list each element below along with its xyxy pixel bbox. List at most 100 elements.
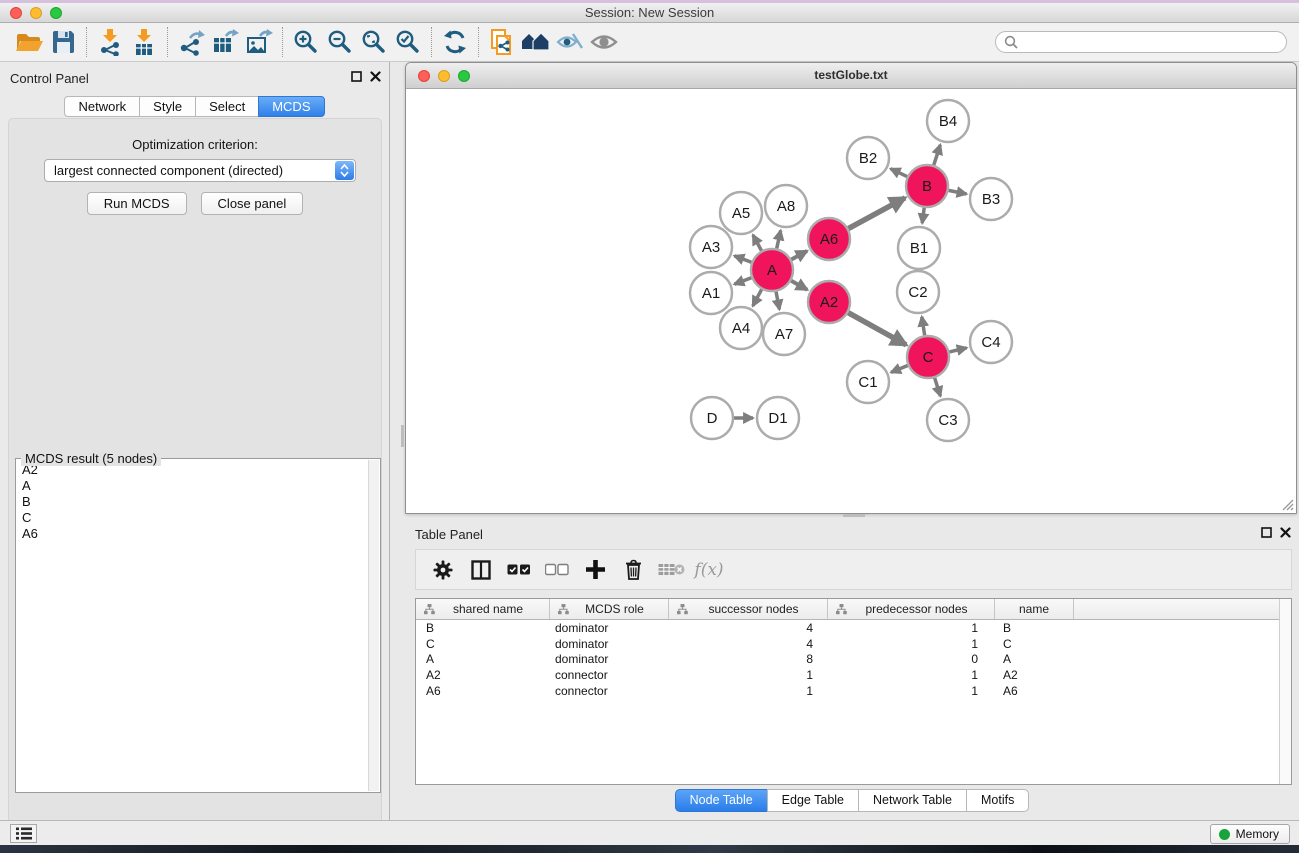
cell-name[interactable]: B (995, 621, 1074, 635)
graph-edge-B-B1[interactable] (922, 208, 924, 223)
graph-edge-C-C2[interactable] (922, 317, 925, 336)
criterion-dropdown[interactable]: largest connected component (directed) (44, 159, 356, 182)
column-header-shared-name[interactable]: shared name (416, 599, 550, 619)
export-network-icon[interactable] (174, 27, 208, 57)
cell-successor-nodes[interactable]: 1 (669, 668, 828, 682)
graph-node-A4[interactable]: A4 (720, 307, 762, 349)
minimize-window-button[interactable] (30, 7, 42, 19)
zoom-in-icon[interactable] (289, 27, 323, 57)
graph-node-D1[interactable]: D1 (757, 397, 799, 439)
graph-edge-A-A7[interactable] (776, 292, 779, 310)
delete-table-icon[interactable] (652, 555, 690, 585)
graph-node-A7[interactable]: A7 (763, 313, 805, 355)
control-tab-select[interactable]: Select (195, 96, 259, 117)
table-tab-edge-table[interactable]: Edge Table (767, 789, 859, 812)
cell-successor-nodes[interactable]: 4 (669, 621, 828, 635)
graph-edge-C-C4[interactable] (949, 348, 966, 352)
cell-successor-nodes[interactable]: 1 (669, 684, 828, 698)
cell-shared-name[interactable]: A (416, 652, 550, 666)
graph-node-B2[interactable]: B2 (847, 137, 889, 179)
column-header-successor-nodes[interactable]: successor nodes (669, 599, 828, 619)
table-scrollbar[interactable] (1279, 599, 1291, 784)
graph-node-C1[interactable]: C1 (847, 361, 889, 403)
cell-shared-name[interactable]: C (416, 637, 550, 651)
graph-edge-B-B2[interactable] (891, 169, 908, 177)
graph-edge-A-A3[interactable] (734, 256, 751, 262)
zoom-network-button[interactable] (458, 70, 470, 82)
control-tab-style[interactable]: Style (139, 96, 196, 117)
birds-eye-view-icon[interactable] (587, 27, 621, 57)
table-row-B[interactable]: Bdominator41B (416, 620, 1291, 636)
graph-node-A[interactable]: A (751, 249, 793, 291)
graph-node-A1[interactable]: A1 (690, 272, 732, 314)
graph-edge-A-A8[interactable] (777, 230, 781, 248)
graph-node-A2[interactable]: A2 (808, 281, 850, 323)
table-row-A[interactable]: Adominator80A (416, 652, 1291, 668)
table-tab-network-table[interactable]: Network Table (858, 789, 967, 812)
table-settings-icon[interactable] (424, 555, 462, 585)
graph-edge-C-C1[interactable] (891, 365, 908, 372)
mcds-result-item[interactable]: C (22, 510, 367, 526)
table-tab-node-table[interactable]: Node Table (675, 789, 768, 812)
network-scrollbar-stub[interactable] (843, 514, 865, 517)
graph-edge-A2-C[interactable] (848, 313, 906, 345)
close-panel-icon[interactable] (370, 71, 381, 82)
cell-shared-name[interactable]: B (416, 621, 550, 635)
graph-edge-B-B4[interactable] (934, 145, 941, 165)
cell-successor-nodes[interactable]: 8 (669, 652, 828, 666)
mcds-result-item[interactable]: A (22, 478, 367, 494)
graph-edge-B-B3[interactable] (949, 190, 967, 194)
home-icon[interactable] (519, 27, 553, 57)
graph-node-A3[interactable]: A3 (690, 226, 732, 268)
network-window-titlebar[interactable]: testGlobe.txt (406, 63, 1296, 89)
zoom-selected-icon[interactable] (391, 27, 425, 57)
graph-edge-A-A6[interactable] (791, 251, 807, 260)
task-history-button[interactable] (10, 824, 37, 843)
graph-node-B3[interactable]: B3 (970, 178, 1012, 220)
float-panel-icon[interactable] (1261, 527, 1272, 538)
graph-edge-A-A1[interactable] (734, 278, 751, 284)
refresh-layout-icon[interactable] (438, 27, 472, 57)
cell-name[interactable]: A (995, 652, 1074, 666)
resize-grip-icon[interactable] (1281, 498, 1294, 511)
export-image-icon[interactable] (242, 27, 276, 57)
cell-successor-nodes[interactable]: 4 (669, 637, 828, 651)
delete-row-icon[interactable] (614, 555, 652, 585)
table-tab-motifs[interactable]: Motifs (966, 789, 1029, 812)
close-panel-button[interactable]: Close panel (201, 192, 304, 215)
network-scrollbar-stub[interactable] (401, 425, 404, 447)
graph-node-C4[interactable]: C4 (970, 321, 1012, 363)
float-panel-icon[interactable] (351, 71, 362, 82)
control-tab-mcds[interactable]: MCDS (258, 96, 324, 117)
graph-node-C2[interactable]: C2 (897, 271, 939, 313)
function-builder-icon[interactable]: f(x) (690, 555, 728, 585)
network-graph[interactable]: B4B2BB3A8A5A6A3B1AC2A1A2A4A7C4CC1C3DD1 (406, 89, 1296, 513)
close-network-button[interactable] (418, 70, 430, 82)
table-row-A2[interactable]: A2connector11A2 (416, 667, 1291, 683)
deselect-all-icon[interactable] (538, 555, 576, 585)
open-session-icon[interactable] (12, 27, 46, 57)
graph-edge-C-C3[interactable] (935, 378, 941, 396)
export-table-icon[interactable] (208, 27, 242, 57)
table-row-C[interactable]: Cdominator41C (416, 636, 1291, 652)
cell-mcds-role[interactable]: dominator (550, 637, 669, 651)
cell-predecessor-nodes[interactable]: 0 (828, 652, 995, 666)
import-table-icon[interactable] (127, 27, 161, 57)
cell-mcds-role[interactable]: connector (550, 668, 669, 682)
select-all-icon[interactable] (500, 555, 538, 585)
memory-button[interactable]: Memory (1210, 824, 1290, 844)
graph-node-A5[interactable]: A5 (720, 192, 762, 234)
column-header-mcds-role[interactable]: MCDS role (550, 599, 669, 619)
mcds-result-list[interactable]: A2ABCA6 (17, 460, 367, 791)
cell-name[interactable]: A2 (995, 668, 1074, 682)
graph-edge-A6-B[interactable] (848, 198, 905, 229)
run-mcds-button[interactable]: Run MCDS (87, 192, 187, 215)
cell-mcds-role[interactable]: dominator (550, 621, 669, 635)
toggle-graphics-details-icon[interactable] (553, 27, 587, 57)
table-row-A6[interactable]: A6connector11A6 (416, 683, 1291, 699)
control-tab-network[interactable]: Network (64, 96, 140, 117)
graph-node-C3[interactable]: C3 (927, 399, 969, 441)
graph-edge-A-A2[interactable] (791, 281, 807, 290)
search-input[interactable] (995, 31, 1287, 53)
cell-name[interactable]: A6 (995, 684, 1074, 698)
